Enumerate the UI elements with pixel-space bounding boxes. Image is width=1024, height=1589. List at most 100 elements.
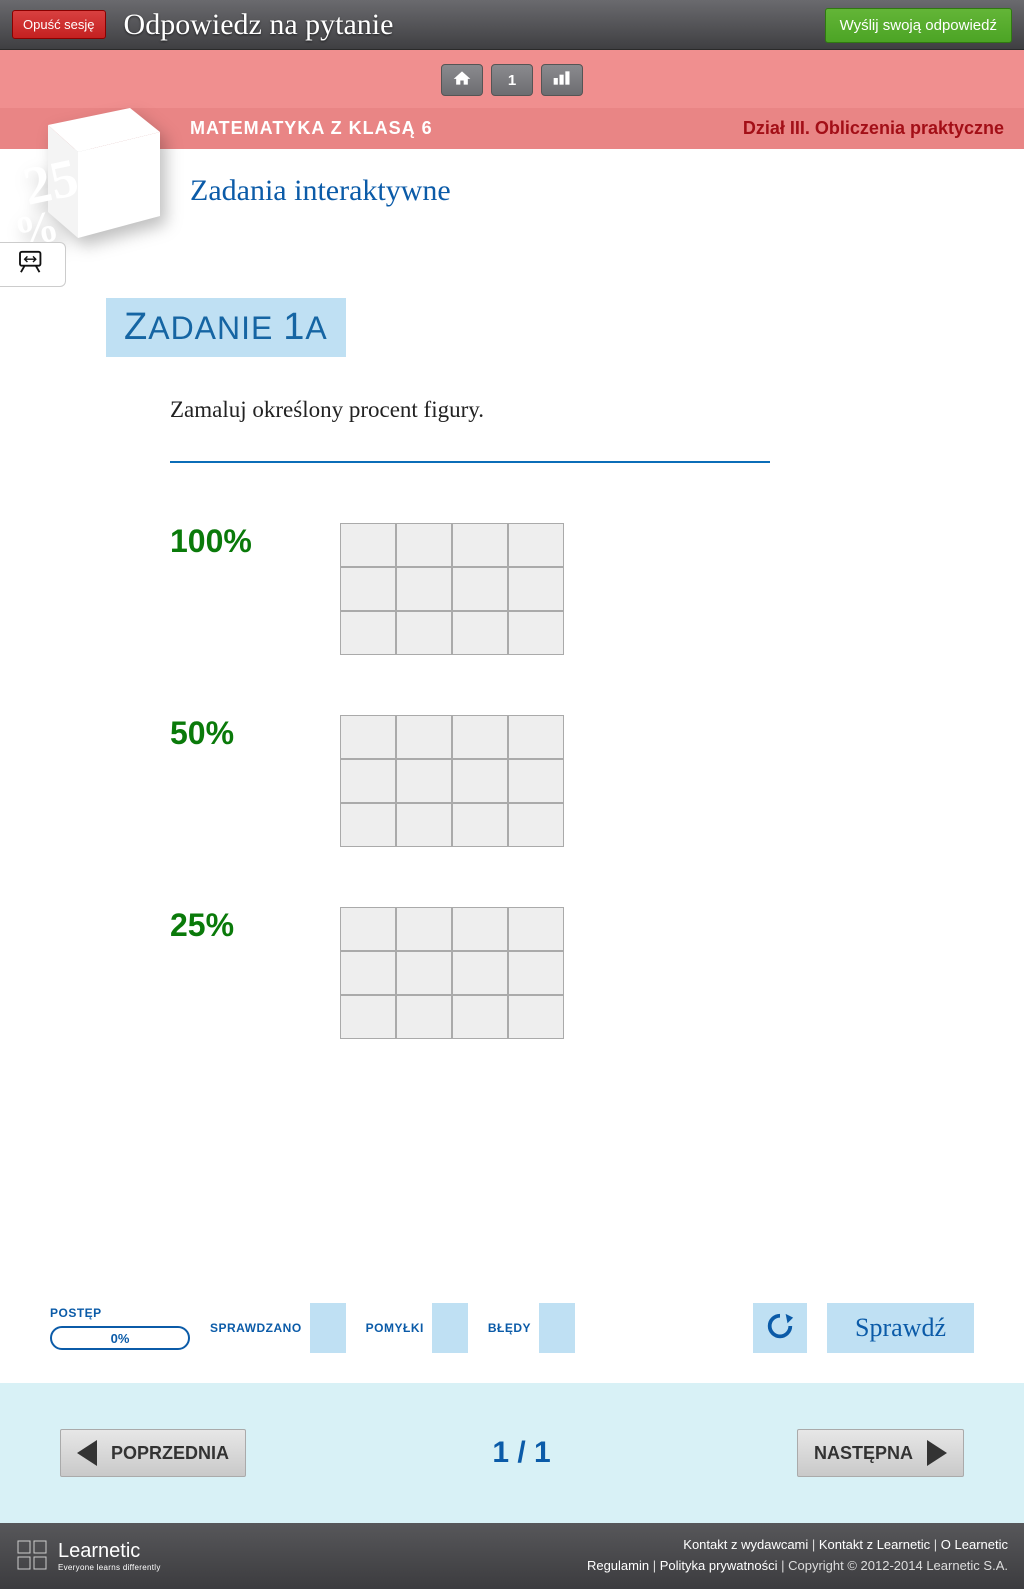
mistakes-label: POMYŁKI [366, 1321, 424, 1335]
page-number-button[interactable]: 1 [491, 64, 533, 96]
stats-button[interactable] [541, 64, 583, 96]
paint-grid [340, 715, 564, 847]
grid-cell[interactable] [452, 995, 508, 1039]
task-badge: ZADANIE 1A [106, 298, 346, 357]
footer-link-privacy[interactable]: Polityka prywatności [660, 1558, 778, 1573]
leave-session-button[interactable]: Opuść sesję [12, 10, 106, 39]
prev-label: POPRZEDNIA [111, 1443, 229, 1464]
grid-cell[interactable] [340, 759, 396, 803]
grid-cell[interactable] [508, 611, 564, 655]
grid-cell[interactable] [508, 907, 564, 951]
errors-label: BŁĘDY [488, 1321, 531, 1335]
task-number-small: A [305, 310, 327, 346]
grid-cell[interactable] [340, 611, 396, 655]
task-label-prefix: Z [124, 306, 148, 348]
next-button[interactable]: NASTĘPNA [797, 1429, 964, 1477]
grid-cell[interactable] [452, 951, 508, 995]
grid-cell[interactable] [508, 803, 564, 847]
mistakes-value-box [432, 1303, 468, 1353]
brand-logo: Learnetic Everyone learns differently [16, 1539, 161, 1573]
grid-cell[interactable] [396, 715, 452, 759]
grid-cell[interactable] [508, 523, 564, 567]
footer-link-terms[interactable]: Regulamin [587, 1558, 649, 1573]
logo-icon [16, 1539, 50, 1573]
grid-cell[interactable] [340, 523, 396, 567]
grid-cell[interactable] [340, 995, 396, 1039]
task-prompt: Zamaluj określony procent figury. [170, 397, 974, 423]
footer-link-contact[interactable]: Kontakt z Learnetic [819, 1537, 930, 1552]
grid-cell[interactable] [452, 523, 508, 567]
paint-grid [340, 523, 564, 655]
checked-block: SPRAWDZANO [210, 1303, 346, 1353]
status-bar: POSTĘP 0% SPRAWDZANO POMYŁKI BŁĘDY Spraw… [0, 1293, 1024, 1383]
lesson-title: Zadania interaktywne [190, 174, 974, 208]
presentation-icon [18, 249, 48, 280]
progress-label: POSTĘP [50, 1306, 102, 1320]
percent-label: 100% [170, 523, 340, 560]
bar-chart-icon [552, 69, 572, 91]
refresh-icon [765, 1311, 795, 1346]
footer-links: Kontakt z wydawcami | Kontakt z Learneti… [587, 1535, 1008, 1577]
checked-value-box [310, 1303, 346, 1353]
figure-rows: 100% 50% 25% [170, 523, 974, 1039]
home-icon [452, 69, 472, 91]
whiteboard-tab[interactable] [0, 242, 66, 287]
page-number-label: 1 [508, 72, 516, 89]
triangle-left-icon [77, 1440, 97, 1466]
grid-cell[interactable] [396, 759, 452, 803]
grid-cell[interactable] [508, 715, 564, 759]
send-answer-button[interactable]: Wyślij swoją odpowiedź [825, 8, 1012, 43]
header-toolbar: 1 [0, 60, 1024, 108]
progress-block: POSTĘP 0% [50, 1306, 190, 1350]
footer-link-publishers[interactable]: Kontakt z wydawcami [683, 1537, 808, 1552]
home-button[interactable] [441, 64, 483, 96]
divider [170, 461, 770, 463]
header-band: 1 MATEMATYKA Z KLASĄ 6 Dział III. Oblicz… [0, 50, 1024, 149]
grid-cell[interactable] [340, 907, 396, 951]
bottom-nav: POPRZEDNIA 1 / 1 NASTĘPNA [0, 1383, 1024, 1523]
task-number-big: 1 [283, 306, 305, 348]
figure-row: 100% [170, 523, 974, 655]
grid-cell[interactable] [396, 567, 452, 611]
grid-cell[interactable] [508, 759, 564, 803]
grid-cell[interactable] [452, 759, 508, 803]
grid-cell[interactable] [396, 907, 452, 951]
page-title: Odpowiedz na pytanie [124, 8, 394, 42]
grid-cell[interactable] [396, 951, 452, 995]
content-area: Zadania interaktywne ZADANIE 1A Zamaluj … [0, 149, 1024, 1293]
footer-copyright: Copyright © 2012-2014 Learnetic S.A. [788, 1558, 1008, 1573]
section-label: Dział III. Obliczenia praktyczne [743, 118, 1004, 139]
percent-label: 50% [170, 715, 340, 752]
check-button[interactable]: Sprawdź [827, 1303, 974, 1353]
grid-cell[interactable] [452, 803, 508, 847]
reset-button[interactable] [753, 1303, 807, 1353]
grid-cell[interactable] [396, 995, 452, 1039]
brand-name: Learnetic [58, 1540, 140, 1562]
grid-cell[interactable] [508, 995, 564, 1039]
grid-cell[interactable] [340, 951, 396, 995]
topbar: Opuść sesję Odpowiedz na pytanie Wyślij … [0, 0, 1024, 50]
footer-link-about[interactable]: O Learnetic [941, 1537, 1008, 1552]
grid-cell[interactable] [452, 611, 508, 655]
grid-cell[interactable] [508, 951, 564, 995]
grid-cell[interactable] [340, 567, 396, 611]
grid-cell[interactable] [452, 715, 508, 759]
grid-cell[interactable] [452, 567, 508, 611]
grid-cell[interactable] [508, 567, 564, 611]
footer: Learnetic Everyone learns differently Ko… [0, 1523, 1024, 1589]
grid-cell[interactable] [340, 715, 396, 759]
course-label: MATEMATYKA Z KLASĄ 6 [190, 118, 433, 139]
task-label-rest: ADANIE [148, 310, 283, 346]
prev-button[interactable]: POPRZEDNIA [60, 1429, 246, 1477]
grid-cell[interactable] [452, 907, 508, 951]
errors-value-box [539, 1303, 575, 1353]
mistakes-block: POMYŁKI [366, 1303, 468, 1353]
grid-cell[interactable] [396, 803, 452, 847]
percent-label: 25% [170, 907, 340, 944]
grid-cell[interactable] [396, 523, 452, 567]
grid-cell[interactable] [340, 803, 396, 847]
header-labels: MATEMATYKA Z KLASĄ 6 Dział III. Obliczen… [0, 108, 1024, 149]
triangle-right-icon [927, 1440, 947, 1466]
grid-cell[interactable] [396, 611, 452, 655]
checked-label: SPRAWDZANO [210, 1321, 302, 1335]
